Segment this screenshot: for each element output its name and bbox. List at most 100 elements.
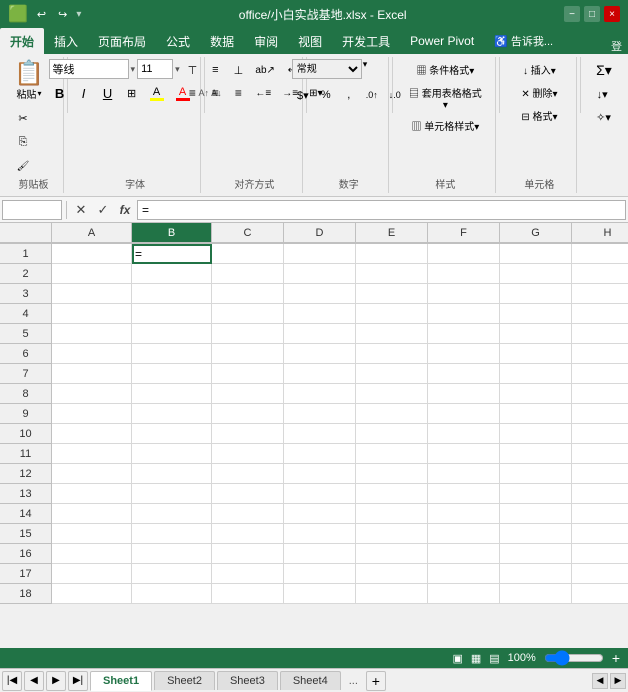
confirm-formula-button[interactable]: ✓ bbox=[93, 200, 113, 220]
cell-G16[interactable] bbox=[500, 544, 572, 564]
delete-cells-button[interactable]: ✕ 删除▾ bbox=[516, 82, 562, 104]
row-header-16[interactable]: 16 bbox=[0, 544, 52, 564]
cell-B12[interactable] bbox=[132, 464, 212, 484]
cell-B18[interactable] bbox=[132, 584, 212, 604]
border-button[interactable]: ⊞ bbox=[121, 82, 143, 104]
cell-B3[interactable] bbox=[132, 284, 212, 304]
col-header-E[interactable]: E bbox=[356, 223, 428, 243]
row-header-1[interactable]: 1 bbox=[0, 244, 52, 264]
sheet-tab-4[interactable]: Sheet4 bbox=[280, 671, 341, 690]
cell-A3[interactable] bbox=[52, 284, 132, 304]
cell-A6[interactable] bbox=[52, 344, 132, 364]
middle-align-button[interactable]: ≡ bbox=[204, 59, 226, 81]
cell-B17[interactable] bbox=[132, 564, 212, 584]
paste-button[interactable]: 📋 粘贴▾ bbox=[10, 59, 48, 102]
format-painter-button[interactable]: 🖌 bbox=[12, 155, 34, 177]
row-header-14[interactable]: 14 bbox=[0, 504, 52, 524]
cell-H4[interactable] bbox=[572, 304, 628, 324]
fill-color-button[interactable]: A bbox=[145, 82, 169, 104]
cell-H10[interactable] bbox=[572, 424, 628, 444]
cell-E13[interactable] bbox=[356, 484, 428, 504]
tab-pagelayout[interactable]: 页面布局 bbox=[88, 28, 156, 54]
cell-F9[interactable] bbox=[428, 404, 500, 424]
cell-G10[interactable] bbox=[500, 424, 572, 444]
conditional-format-button[interactable]: ▦ 条件格式▾ bbox=[402, 59, 489, 81]
cell-G12[interactable] bbox=[500, 464, 572, 484]
cell-A5[interactable] bbox=[52, 324, 132, 344]
cell-D13[interactable] bbox=[284, 484, 356, 504]
cell-H14[interactable] bbox=[572, 504, 628, 524]
formula-input[interactable] bbox=[137, 200, 626, 220]
cell-E9[interactable] bbox=[356, 404, 428, 424]
clear-button[interactable]: ✧▾ bbox=[591, 106, 616, 128]
italic-button[interactable]: I bbox=[73, 82, 95, 104]
tab-home[interactable]: 开始 bbox=[0, 28, 44, 54]
cell-D15[interactable] bbox=[284, 524, 356, 544]
tab-data[interactable]: 数据 bbox=[200, 28, 244, 54]
cell-F7[interactable] bbox=[428, 364, 500, 384]
cell-A4[interactable] bbox=[52, 304, 132, 324]
cell-D6[interactable] bbox=[284, 344, 356, 364]
cell-E4[interactable] bbox=[356, 304, 428, 324]
cell-G11[interactable] bbox=[500, 444, 572, 464]
sheet-tab-1[interactable]: Sheet1 bbox=[90, 671, 152, 691]
cell-E16[interactable] bbox=[356, 544, 428, 564]
tab-review[interactable]: 审阅 bbox=[244, 28, 288, 54]
comma-button[interactable]: , bbox=[338, 84, 360, 106]
cell-H1[interactable] bbox=[572, 244, 628, 264]
col-header-G[interactable]: G bbox=[500, 223, 572, 243]
cell-B4[interactable] bbox=[132, 304, 212, 324]
cell-H17[interactable] bbox=[572, 564, 628, 584]
col-header-B[interactable]: B bbox=[132, 223, 212, 243]
insert-cells-button[interactable]: ↓ 插入▾ bbox=[516, 59, 562, 81]
cell-F11[interactable] bbox=[428, 444, 500, 464]
cell-B6[interactable] bbox=[132, 344, 212, 364]
cell-F6[interactable] bbox=[428, 344, 500, 364]
view-layout-icon[interactable]: ▦ bbox=[471, 652, 481, 665]
maximize-button[interactable]: □ bbox=[584, 6, 600, 22]
cell-E1[interactable] bbox=[356, 244, 428, 264]
cell-B13[interactable] bbox=[132, 484, 212, 504]
right-align-button[interactable]: ≡ bbox=[227, 82, 249, 104]
col-header-C[interactable]: C bbox=[212, 223, 284, 243]
cell-E11[interactable] bbox=[356, 444, 428, 464]
cell-G4[interactable] bbox=[500, 304, 572, 324]
row-header-3[interactable]: 3 bbox=[0, 284, 52, 304]
col-header-A[interactable]: A bbox=[52, 223, 132, 243]
cell-B2[interactable] bbox=[132, 264, 212, 284]
cell-C12[interactable] bbox=[212, 464, 284, 484]
format-cells-button[interactable]: ⊟ 格式▾ bbox=[516, 105, 562, 127]
cell-H7[interactable] bbox=[572, 364, 628, 384]
cell-E12[interactable] bbox=[356, 464, 428, 484]
cell-F4[interactable] bbox=[428, 304, 500, 324]
cell-G13[interactable] bbox=[500, 484, 572, 504]
currency-button[interactable]: $▾ bbox=[292, 84, 314, 106]
cell-D18[interactable] bbox=[284, 584, 356, 604]
cell-H12[interactable] bbox=[572, 464, 628, 484]
cell-D17[interactable] bbox=[284, 564, 356, 584]
sheet-tab-3[interactable]: Sheet3 bbox=[217, 671, 278, 690]
cell-F10[interactable] bbox=[428, 424, 500, 444]
row-header-17[interactable]: 17 bbox=[0, 564, 52, 584]
cell-C10[interactable] bbox=[212, 424, 284, 444]
underline-button[interactable]: U bbox=[97, 82, 119, 104]
cell-A16[interactable] bbox=[52, 544, 132, 564]
cell-D16[interactable] bbox=[284, 544, 356, 564]
cell-D9[interactable] bbox=[284, 404, 356, 424]
font-name-dropdown[interactable]: ▾ bbox=[131, 64, 136, 75]
cell-D8[interactable] bbox=[284, 384, 356, 404]
cell-B16[interactable] bbox=[132, 544, 212, 564]
cell-G5[interactable] bbox=[500, 324, 572, 344]
cell-H15[interactable] bbox=[572, 524, 628, 544]
cell-G1[interactable] bbox=[500, 244, 572, 264]
corner-cell[interactable] bbox=[0, 223, 52, 243]
cell-F16[interactable] bbox=[428, 544, 500, 564]
cell-D3[interactable] bbox=[284, 284, 356, 304]
orientation-button[interactable]: ab↗ bbox=[250, 59, 280, 81]
cancel-formula-button[interactable]: ✕ bbox=[71, 200, 91, 220]
scroll-next-sheet-button[interactable]: ▶ bbox=[46, 671, 66, 691]
cell-E8[interactable] bbox=[356, 384, 428, 404]
tab-help[interactable]: ♿ 告诉我... bbox=[484, 28, 563, 54]
cell-A11[interactable] bbox=[52, 444, 132, 464]
cell-G8[interactable] bbox=[500, 384, 572, 404]
